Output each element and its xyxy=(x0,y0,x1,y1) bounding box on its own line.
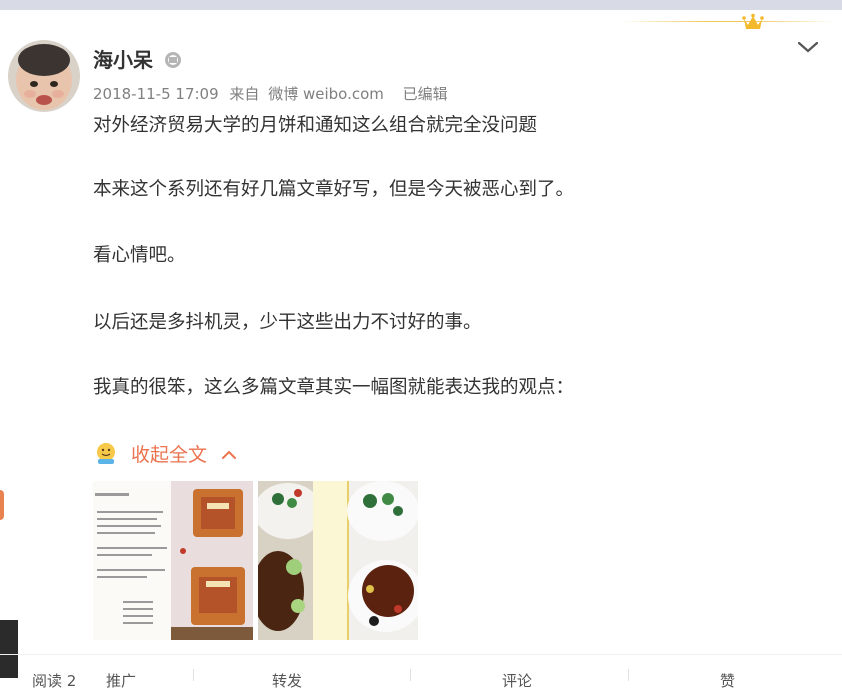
post-action-bar: 阅读 2 推广 转发 评论 赞 xyxy=(0,654,842,690)
member-crown-line xyxy=(620,21,836,22)
chevron-up-icon[interactable] xyxy=(221,447,237,463)
action-divider xyxy=(628,669,629,681)
post-paragraph-2: 本来这个系列还有好几篇文章好写，但是今天被恶心到了。 xyxy=(93,179,575,200)
action-divider xyxy=(193,669,194,681)
avatar[interactable] xyxy=(8,40,80,112)
comment-button[interactable]: 评论 xyxy=(502,670,532,691)
post-paragraph-5: 我真的很笨，这么多篇文章其实一幅图就能表达我的观点： xyxy=(93,377,575,398)
post-paragraph-4: 以后还是多抖机灵，少干这些出力不讨好的事。 xyxy=(93,312,482,333)
repost-button[interactable]: 转发 xyxy=(272,670,302,691)
post-image-2[interactable] xyxy=(258,481,418,640)
post-source[interactable]: 微博 weibo.com xyxy=(268,85,384,103)
post-paragraph-1: 对外经济贸易大学的月饼和通知这么组合就完全没问题 xyxy=(93,115,538,136)
crown-icon xyxy=(742,13,764,31)
post-timestamp[interactable]: 2018-11-5 17:09 xyxy=(93,85,219,103)
post-paragraph-3: 看心情吧。 xyxy=(93,245,186,266)
edited-label[interactable]: 已编辑 xyxy=(403,85,448,103)
promote-button[interactable]: 推广 xyxy=(106,670,136,691)
verified-icon xyxy=(162,49,184,71)
collapse-full-text[interactable]: 收起全文 xyxy=(93,441,237,469)
source-prefix: 来自 xyxy=(229,85,260,103)
post-image-1[interactable] xyxy=(93,481,253,640)
like-button[interactable]: 赞 xyxy=(720,670,735,691)
emoji-icon xyxy=(93,440,119,470)
collapse-label[interactable]: 收起全文 xyxy=(131,441,207,469)
chevron-down-icon[interactable] xyxy=(796,36,820,58)
read-count: 阅读 2 xyxy=(32,672,77,690)
side-scroll-marker xyxy=(0,490,4,520)
username[interactable]: 海小呆 xyxy=(93,46,153,74)
post-meta: 2018-11-5 17:09 来自 微博 weibo.com 已编辑 xyxy=(93,84,448,104)
action-divider xyxy=(410,669,411,681)
window-top-bar xyxy=(0,0,842,10)
